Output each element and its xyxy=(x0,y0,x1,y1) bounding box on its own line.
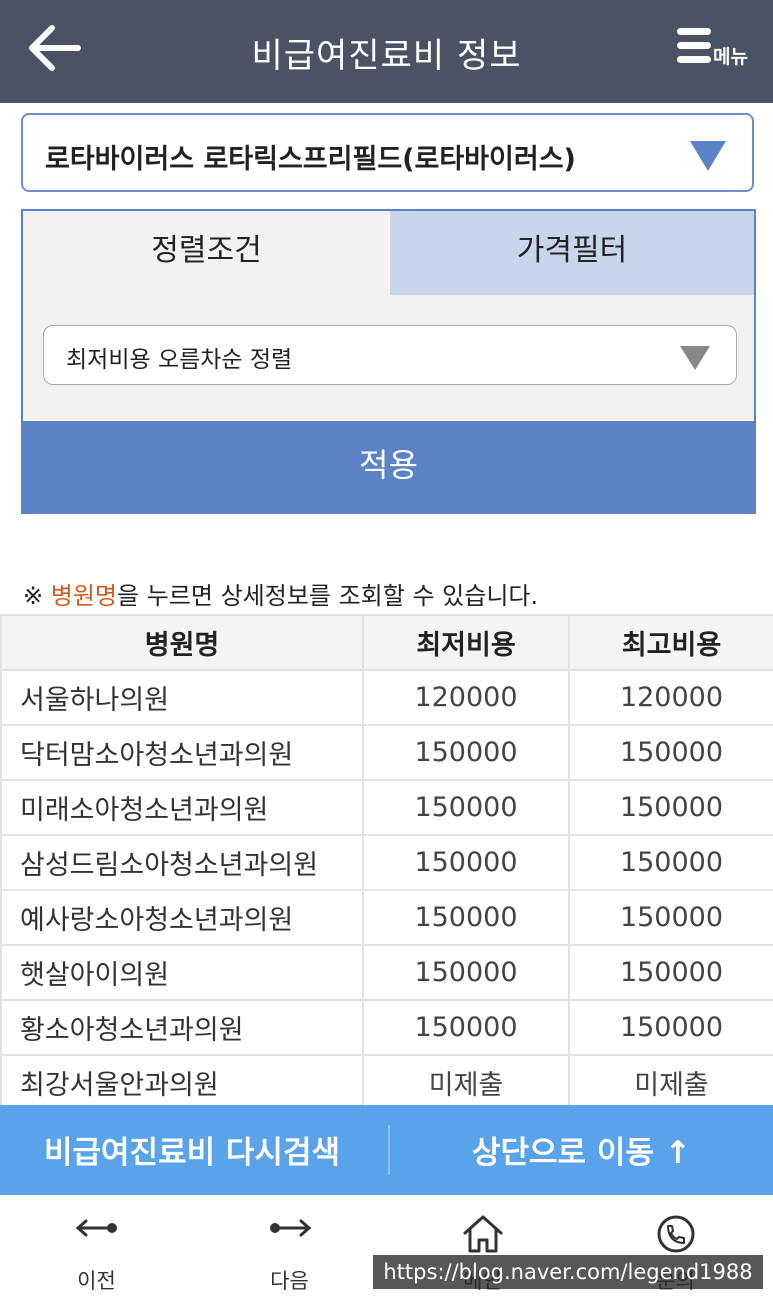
hamburger-icon xyxy=(677,28,711,68)
notice-highlight: 병원명 xyxy=(50,582,117,610)
max-cost-cell: 150000 xyxy=(568,944,773,1001)
max-cost-cell: 150000 xyxy=(568,834,773,891)
bottom-action-bar: 비급여진료비 다시검색 상단으로 이동 ↑ xyxy=(0,1105,773,1195)
research-button[interactable]: 비급여진료비 다시검색 xyxy=(44,1127,340,1172)
column-header-hospital: 병원명 xyxy=(0,614,364,671)
product-select-value: 로타바이러스 로타릭스프리필드(로타바이러스) xyxy=(45,144,576,175)
notice-suffix: 을 누르면 상세정보를 조회할 수 있습니다. xyxy=(117,582,539,610)
triangle-down-icon xyxy=(690,141,726,171)
sort-order-select[interactable]: 최저비용 오름차순 정렬 xyxy=(43,325,737,385)
filter-panel: 정렬조건 가격필터 최저비용 오름차순 정렬 적용 xyxy=(21,209,756,514)
min-cost-cell: 150000 xyxy=(362,944,570,1001)
hospital-name-link[interactable]: 예사랑소아청소년과의원 xyxy=(0,889,364,946)
table-row: 닥터맘소아청소년과의원 150000 150000 xyxy=(0,724,773,781)
tab-price-filter[interactable]: 가격필터 xyxy=(390,211,754,295)
max-cost-cell: 150000 xyxy=(568,779,773,836)
hospital-name-link[interactable]: 황소아청소년과의원 xyxy=(0,999,364,1056)
top-header: 비급여진료비 정보 메뉴 xyxy=(0,0,773,103)
table-row: 삼성드림소아청소년과의원 150000 150000 xyxy=(0,834,773,891)
max-cost-cell: 미제출 xyxy=(568,1054,773,1111)
min-cost-cell: 150000 xyxy=(362,779,570,836)
table-row: 최강서울안과의원 미제출 미제출 xyxy=(0,1054,773,1111)
hospital-name-link[interactable]: 최강서울안과의원 xyxy=(0,1054,364,1111)
sort-order-value: 최저비용 오름차순 정렬 xyxy=(66,347,293,373)
nav-next[interactable]: 다음 xyxy=(193,1195,386,1297)
hospital-name-link[interactable]: 서울하나의원 xyxy=(0,669,364,726)
divider xyxy=(388,1125,390,1175)
triangle-down-icon xyxy=(680,346,710,370)
nav-prev[interactable]: 이전 xyxy=(0,1195,193,1297)
home-icon xyxy=(386,1213,579,1253)
nav-next-label: 다음 xyxy=(270,1269,309,1293)
table-header-row: 병원명 최저비용 최고비용 xyxy=(0,614,773,671)
column-header-min-cost: 최저비용 xyxy=(362,614,570,671)
menu-label: 메뉴 xyxy=(713,46,748,68)
max-cost-cell: 120000 xyxy=(568,669,773,726)
min-cost-cell: 150000 xyxy=(362,834,570,891)
min-cost-cell: 120000 xyxy=(362,669,570,726)
table-row: 서울하나의원 120000 120000 xyxy=(0,669,773,726)
arrow-left-dot-icon xyxy=(0,1213,193,1253)
table-row: 예사랑소아청소년과의원 150000 150000 xyxy=(0,889,773,946)
apply-button[interactable]: 적용 xyxy=(21,421,756,514)
max-cost-cell: 150000 xyxy=(568,999,773,1056)
hospital-name-link[interactable]: 미래소아청소년과의원 xyxy=(0,779,364,836)
max-cost-cell: 150000 xyxy=(568,889,773,946)
price-table: 병원명 최저비용 최고비용 서울하나의원 120000 120000 닥터맘소아… xyxy=(0,614,773,1111)
scroll-to-top-button[interactable]: 상단으로 이동 ↑ xyxy=(472,1127,691,1172)
hospital-name-link[interactable]: 햇살아이의원 xyxy=(0,944,364,1001)
notice-prefix: ※ xyxy=(23,582,51,610)
hospital-name-link[interactable]: 삼성드림소아청소년과의원 xyxy=(0,834,364,891)
page-title: 비급여진료비 정보 xyxy=(251,36,522,76)
table-row: 황소아청소년과의원 150000 150000 xyxy=(0,999,773,1056)
product-select[interactable]: 로타바이러스 로타릭스프리필드(로타바이러스) xyxy=(21,113,754,192)
nav-prev-label: 이전 xyxy=(77,1269,116,1293)
menu-button[interactable]: 메뉴 xyxy=(677,28,757,72)
min-cost-cell: 150000 xyxy=(362,724,570,781)
tab-sort-condition[interactable]: 정렬조건 xyxy=(23,211,390,295)
arrow-right-dot-icon xyxy=(193,1213,386,1253)
phone-icon xyxy=(579,1213,772,1253)
table-row: 햇살아이의원 150000 150000 xyxy=(0,944,773,1001)
min-cost-cell: 미제출 xyxy=(362,1054,570,1111)
min-cost-cell: 150000 xyxy=(362,889,570,946)
max-cost-cell: 150000 xyxy=(568,724,773,781)
notice-text: ※ 병원명을 누르면 상세정보를 조회할 수 있습니다. xyxy=(23,576,538,611)
watermark: https://blog.naver.com/legend1988 xyxy=(373,1255,763,1289)
column-header-max-cost: 최고비용 xyxy=(568,614,773,671)
table-row: 미래소아청소년과의원 150000 150000 xyxy=(0,779,773,836)
hospital-name-link[interactable]: 닥터맘소아청소년과의원 xyxy=(0,724,364,781)
min-cost-cell: 150000 xyxy=(362,999,570,1056)
